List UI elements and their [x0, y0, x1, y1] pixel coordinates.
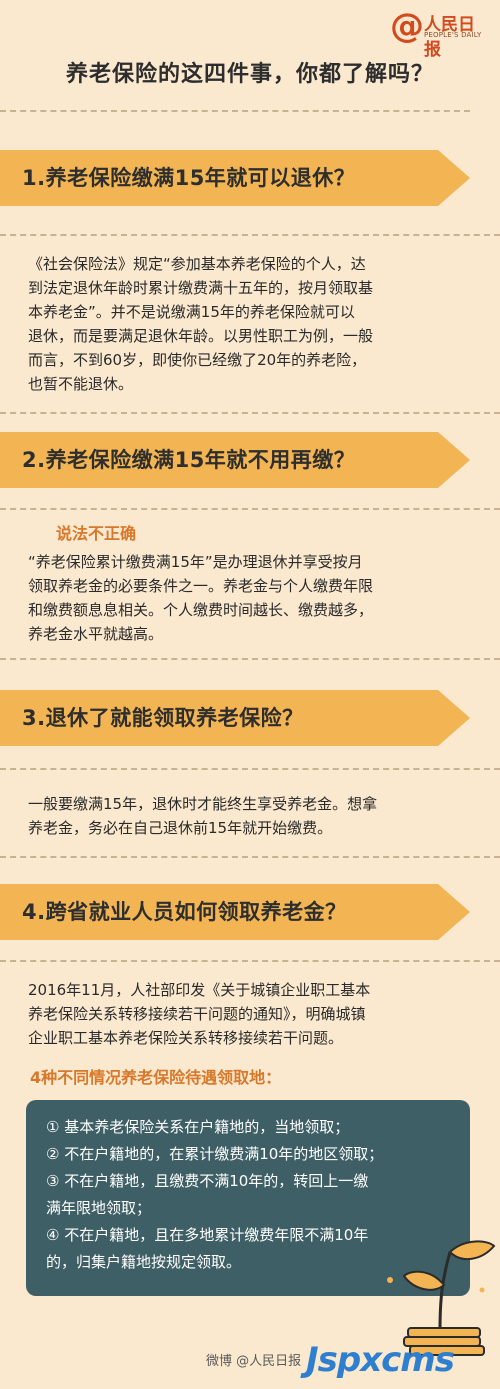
section-2-heading: 2.养老保险缴满15年就不用再缴？ — [22, 448, 356, 472]
section-1-heading: 1.养老保险缴满15年就可以退休？ — [22, 166, 356, 190]
box-line: 满年限地领取； — [46, 1199, 152, 1217]
page-title: 养老保险的这四件事，你都了解吗？ — [65, 62, 434, 87]
section-4-heading: 4.跨省就业人员如何领取养老金？ — [22, 900, 347, 924]
section-1-line: 到法定退休年龄时累计缴费满十五年的，按月领取基 — [28, 279, 374, 297]
section-1-line: 退休，而是要满足退休年龄。以男性职工为例，一般 — [28, 327, 374, 345]
divider — [0, 412, 500, 414]
divider — [0, 768, 500, 770]
section-4-banner: 4.跨省就业人员如何领取养老金？ — [0, 880, 500, 944]
divider — [0, 508, 500, 510]
weibo-credit: 微博 @人民日报 — [206, 1354, 302, 1369]
footer: 微博 @人民日报 Jspxcms — [0, 1340, 500, 1389]
people-daily-logo: @ 人民日报 PEOPLE'S DAILY — [390, 6, 490, 60]
section-2-line: “养老保险累计缴费满15年”是办理退休并享受按月 — [28, 553, 363, 571]
section-1-line: 本养老金”。并不是说缴满15年的养老保险就可以 — [28, 303, 355, 321]
section-2-banner: 2.养老保险缴满15年就不用再缴？ — [0, 428, 500, 492]
section-4-line: 2016年11月，人社部印发《关于城镇企业职工基本 — [28, 981, 371, 999]
section-1-line: 而言，不到60岁，即使你已经缴了20年的养老险， — [28, 351, 367, 369]
section-3-line: 一般要缴满15年，退休时才能终生享受养老金。想拿 — [28, 795, 378, 813]
title-divider — [0, 110, 470, 112]
box-line: ① 基本养老保险关系在户籍地的，当地领取； — [46, 1118, 350, 1136]
section-3-banner: 3.退休了就能领取养老保险？ — [0, 686, 500, 750]
divider — [0, 960, 500, 962]
section-3-line: 养老金，务必在自己退休前15年就开始缴费。 — [28, 819, 333, 837]
section-4-line: 养老保险关系转移接续若干问题的通知》，明确城镇 — [28, 1005, 366, 1023]
section-2-line: 和缴费额息息相关。个人缴费时间越长、缴费越多， — [28, 601, 374, 619]
section-4-line: 企业职工基本养老保险关系转移接续若干问题。 — [28, 1029, 344, 1047]
at-icon: @ — [390, 6, 424, 46]
divider — [0, 234, 500, 236]
box-line: ③ 不在户籍地，且缴费不满10年的，转回上一缴 — [46, 1172, 369, 1190]
section-1-line: 《社会保险法》规定“参加基本养老保险的个人，达 — [28, 255, 366, 273]
section-2-line: 领取养老金的必要条件之一。养老金与个人缴费年限 — [28, 577, 374, 595]
section-2-highlight: 说法不正确 — [56, 524, 137, 543]
logo-sub: PEOPLE'S DAILY — [424, 31, 482, 39]
divider — [0, 658, 500, 660]
section-2-line: 养老金水平就越高。 — [28, 625, 164, 643]
box-line: ② 不在户籍地的，在累计缴费满10年的地区领取； — [46, 1145, 384, 1163]
section-4-highlight: 4种不同情况养老保险待遇领取地： — [30, 1068, 282, 1087]
section-1-banner: 1.养老保险缴满15年就可以退休？ — [0, 146, 500, 210]
section-3-heading: 3.退休了就能领取养老保险？ — [22, 706, 304, 730]
divider — [0, 856, 500, 858]
section-1-line: 也暂不能退休。 — [28, 375, 134, 393]
watermark-logo: Jspxcms — [306, 1340, 455, 1380]
